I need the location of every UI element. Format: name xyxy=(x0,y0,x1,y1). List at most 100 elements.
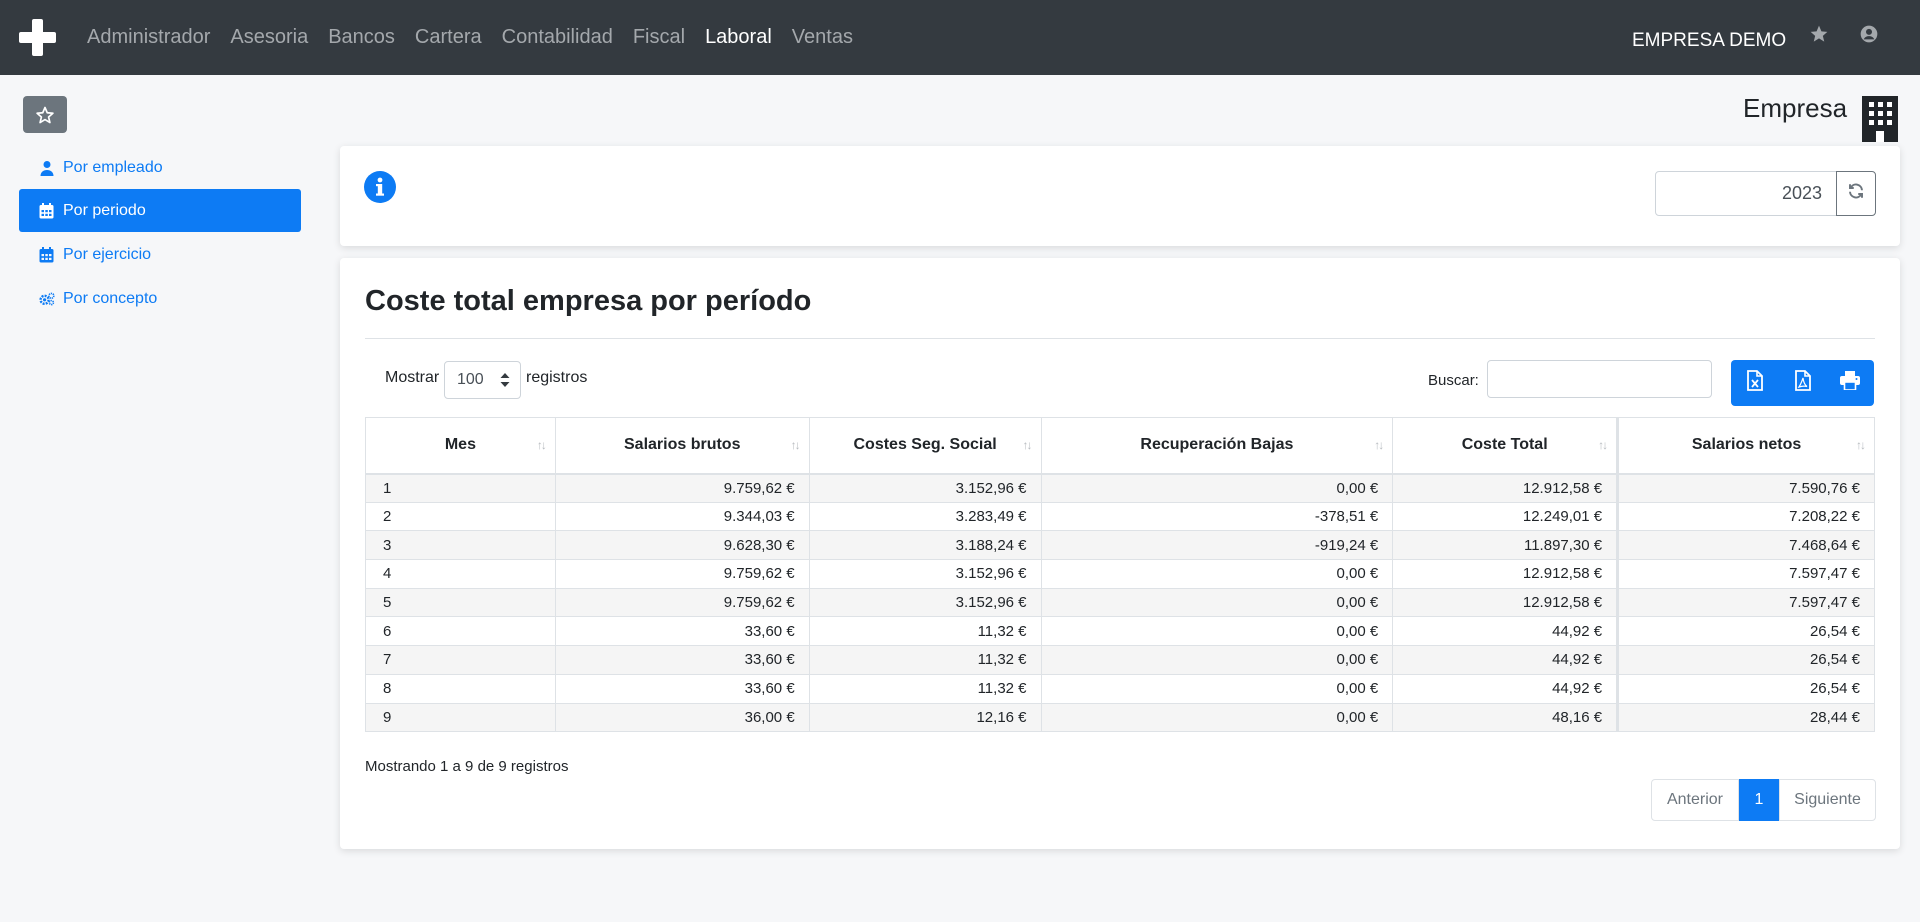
cell-recuperacion-bajas: 0,00 € xyxy=(1040,673,1394,704)
cell-salarios-brutos: 9.759,62 € xyxy=(554,559,810,589)
cell-salarios-brutos: 33,60 € xyxy=(554,645,810,675)
print-button[interactable] xyxy=(1826,360,1874,406)
search-input[interactable] xyxy=(1487,360,1712,398)
cell-salarios-netos: 7.468,64 € xyxy=(1616,530,1875,561)
cell-recuperacion-bajas: 0,00 € xyxy=(1040,645,1394,675)
sidebar-item-label: Por concepto xyxy=(63,289,158,307)
column-header-mes[interactable]: Mes ↑↓ xyxy=(365,417,556,475)
column-header-costes-seg-social[interactable]: Costes Seg. Social ↑↓ xyxy=(808,417,1042,475)
pagination: Anterior 1 Siguiente xyxy=(1651,779,1876,821)
cell-recuperacion-bajas: 0,00 € xyxy=(1040,616,1394,647)
cogs-icon xyxy=(39,291,55,307)
sidebar-item-label: Por periodo xyxy=(63,201,146,219)
cell-salarios-brutos: 9.628,30 € xyxy=(554,530,810,561)
cell-coste-total: 44,92 € xyxy=(1392,645,1619,675)
cost-table: Mes ↑↓ Salarios brutos ↑↓ Costes Seg. Soci… xyxy=(365,417,1875,733)
cell-recuperacion-bajas: 0,00 € xyxy=(1040,587,1394,618)
sort-icon: ↑↓ xyxy=(1374,438,1384,452)
file-pdf-icon xyxy=(1794,370,1811,396)
column-header-salarios-netos[interactable]: Salarios netos ↑↓ xyxy=(1616,417,1875,475)
nav-fiscal[interactable]: Fiscal xyxy=(633,26,685,49)
page-1-button[interactable]: 1 xyxy=(1739,779,1779,821)
cell-coste-total: 48,16 € xyxy=(1392,702,1619,733)
cell-mes: 7 xyxy=(365,645,556,675)
cell-salarios-netos: 7.597,47 € xyxy=(1616,559,1875,589)
star-icon[interactable] xyxy=(1809,24,1831,46)
favorite-button[interactable] xyxy=(23,96,67,133)
next-page-button[interactable]: Siguiente xyxy=(1779,779,1876,821)
refresh-button[interactable] xyxy=(1836,171,1876,216)
cell-salarios-brutos: 9.759,62 € xyxy=(554,473,810,503)
cell-salarios-netos: 28,44 € xyxy=(1616,702,1875,733)
cell-mes: 2 xyxy=(365,501,556,532)
nav-ventas[interactable]: Ventas xyxy=(792,26,853,49)
cell-coste-total: 44,92 € xyxy=(1392,616,1619,647)
cell-mes: 3 xyxy=(365,530,556,561)
year-input[interactable] xyxy=(1655,171,1837,216)
company-name[interactable]: EMPRESA DEMO xyxy=(1632,0,1786,75)
star-outline-icon xyxy=(36,106,54,123)
info-icon[interactable] xyxy=(364,171,396,203)
export-button-group xyxy=(1731,360,1874,406)
sort-icon: ↑↓ xyxy=(1022,438,1033,452)
export-pdf-button[interactable] xyxy=(1779,360,1827,406)
nav-bancos[interactable]: Bancos xyxy=(328,26,395,49)
column-header-recuperacion-bajas[interactable]: Recuperación Bajas ↑↓ xyxy=(1040,417,1394,475)
cell-recuperacion-bajas: 0,00 € xyxy=(1040,702,1394,733)
sidebar-item-por-ejercicio[interactable]: Por ejercicio xyxy=(19,233,301,276)
cell-mes: 1 xyxy=(365,473,556,503)
table-row: 8 33,60 € 11,32 € 0,00 € 44,92 € 26,54 € xyxy=(365,673,1875,704)
building-icon xyxy=(1859,96,1901,142)
cell-costes-seg-social: 3.283,49 € xyxy=(808,501,1042,532)
nav-contabilidad[interactable]: Contabilidad xyxy=(502,26,613,49)
print-icon xyxy=(1840,371,1861,395)
cell-costes-seg-social: 3.152,96 € xyxy=(808,587,1042,618)
nav-asesoria[interactable]: Asesoria xyxy=(230,26,308,49)
cell-mes: 9 xyxy=(365,702,556,733)
search-label: Buscar: xyxy=(1428,372,1479,389)
user-circle-icon[interactable] xyxy=(1859,24,1881,46)
nav-laboral[interactable]: Laboral xyxy=(705,26,772,49)
nav-cartera[interactable]: Cartera xyxy=(415,26,482,49)
cell-salarios-brutos: 9.759,62 € xyxy=(554,587,810,618)
top-navbar: Administrador Asesoria Bancos Cartera Co… xyxy=(0,0,1920,75)
table-row: 2 9.344,03 € 3.283,49 € -378,51 € 12.249… xyxy=(365,501,1875,532)
table-row: 9 36,00 € 12,16 € 0,00 € 48,16 € 28,44 € xyxy=(365,702,1875,733)
sidebar-item-label: Por ejercicio xyxy=(63,245,152,263)
previous-page-button[interactable]: Anterior xyxy=(1651,779,1739,821)
cell-coste-total: 11.897,30 € xyxy=(1392,530,1619,561)
page-header-title: Empresa xyxy=(1743,93,1848,123)
column-header-coste-total[interactable]: Coste Total ↑↓ xyxy=(1392,417,1619,475)
sidebar-item-por-empleado[interactable]: Por empleado xyxy=(19,146,301,189)
sidebar-item-label: Por empleado xyxy=(63,158,163,176)
nav-administrador[interactable]: Administrador xyxy=(87,26,210,49)
column-header-salarios-brutos[interactable]: Salarios brutos ↑↓ xyxy=(554,417,810,475)
cell-coste-total: 12.912,58 € xyxy=(1392,559,1619,589)
table-header-row: Mes ↑↓ Salarios brutos ↑↓ Costes Seg. Soci… xyxy=(365,417,1875,475)
sidebar-item-por-concepto[interactable]: Por concepto xyxy=(19,277,301,320)
select-arrows-icon xyxy=(500,373,510,392)
calendar-icon xyxy=(39,246,55,263)
cell-salarios-netos: 7.597,47 € xyxy=(1616,587,1875,618)
main-menu: Administrador Asesoria Bancos Cartera Co… xyxy=(87,0,873,75)
page-length-value: 100 xyxy=(457,371,484,388)
user-icon xyxy=(39,160,55,176)
cell-costes-seg-social: 3.152,96 € xyxy=(808,559,1042,589)
cell-costes-seg-social: 11,32 € xyxy=(808,645,1042,675)
cell-salarios-brutos: 36,00 € xyxy=(554,702,810,733)
export-excel-button[interactable] xyxy=(1731,360,1779,406)
filter-card xyxy=(340,146,1900,246)
table-row: 5 9.759,62 € 3.152,96 € 0,00 € 12.912,58… xyxy=(365,587,1875,618)
calendar-icon xyxy=(39,202,55,219)
page-title: Coste total empresa por período xyxy=(365,285,812,317)
cell-mes: 8 xyxy=(365,673,556,704)
refresh-icon xyxy=(1847,182,1865,205)
page-length-select[interactable]: 100 xyxy=(444,361,521,399)
cell-mes: 6 xyxy=(365,616,556,647)
sidebar-item-por-periodo[interactable]: Por periodo xyxy=(19,189,301,232)
cell-costes-seg-social: 3.188,24 € xyxy=(808,530,1042,561)
cell-recuperacion-bajas: -378,51 € xyxy=(1040,501,1394,532)
length-suffix: registros xyxy=(526,369,588,386)
cell-coste-total: 12.249,01 € xyxy=(1392,501,1619,532)
plus-logo-icon[interactable] xyxy=(19,19,56,56)
